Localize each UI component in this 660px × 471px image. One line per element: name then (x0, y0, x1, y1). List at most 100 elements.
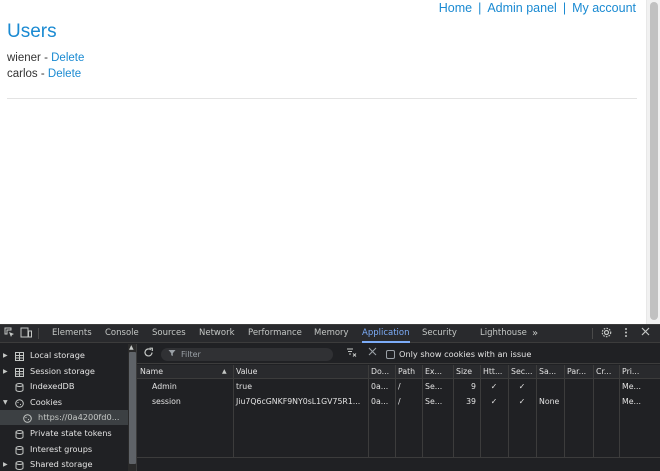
column-header-cross-site[interactable]: Cr... (593, 365, 619, 379)
column-header-domain[interactable]: Do... (368, 365, 395, 379)
top-navigation: Home | Admin panel | My account (439, 1, 636, 15)
web-page: Home | Admin panel | My account Users wiener… (0, 0, 646, 324)
column-divider[interactable] (422, 365, 423, 457)
only-issue-checkbox[interactable] (386, 350, 395, 359)
cookie-path-cell: / (398, 382, 401, 391)
sidebar-item-indexeddb[interactable]: IndexedDB (0, 379, 128, 394)
column-header-partition-key[interactable]: Par... (564, 365, 593, 379)
sidebar-item-private-state-tokens[interactable]: Private state tokens (0, 426, 128, 441)
expand-arrow-icon[interactable]: ▶ (3, 457, 8, 471)
sidebar-item-cookies[interactable]: ▼ Cookies (0, 395, 128, 410)
refresh-icon[interactable] (143, 347, 154, 362)
sidebar-item-shared-storage[interactable]: ▶ Shared storage (0, 457, 128, 471)
divider (7, 98, 637, 99)
column-divider[interactable] (564, 365, 565, 457)
table-row[interactable]: session Jiu7Q6cGNKF9NY0sL1GV75R1... 0a..… (137, 395, 660, 410)
tab-console[interactable]: Console (105, 325, 139, 343)
column-header-value[interactable]: Value (233, 365, 368, 379)
expand-arrow-icon[interactable]: ▶ (3, 348, 8, 363)
tab-elements[interactable]: Elements (52, 325, 92, 343)
sidebar-item-local-storage[interactable]: ▶ Local storage (0, 348, 128, 363)
clear-filtered-cookies-icon[interactable] (346, 347, 357, 362)
table-row[interactable]: Admin true 0a... / Se... 9 ✓ ✓ Me... (137, 380, 660, 395)
cookie-value-cell: true (236, 382, 253, 391)
tab-performance[interactable]: Performance (248, 325, 302, 343)
column-divider[interactable] (619, 365, 620, 457)
column-divider[interactable] (233, 365, 234, 457)
tab-memory[interactable]: Memory (314, 325, 349, 343)
user-name: wiener (7, 52, 41, 64)
sidebar-item-label: Cookies (30, 397, 63, 407)
my-account-link[interactable]: My account (572, 1, 636, 15)
more-options-icon[interactable] (619, 327, 633, 340)
scrollbar-thumb[interactable] (129, 352, 136, 464)
filter-input[interactable]: Filter (161, 348, 333, 361)
cookie-httponly-cell: ✓ (490, 382, 498, 391)
home-link[interactable]: Home (439, 1, 472, 15)
sidebar-item-label: Session storage (30, 366, 95, 376)
cookie-cross-site-cell (593, 395, 619, 409)
cookie-domain-cell: 0a... (371, 382, 389, 391)
page-scrollbar[interactable] (646, 0, 660, 324)
table-icon (15, 367, 24, 377)
sidebar-item-label: Interest groups (30, 444, 93, 454)
tab-lighthouse[interactable]: Lighthouse (480, 325, 527, 343)
devtools-panel: Elements Console Sources Network Perform… (0, 324, 660, 471)
column-header-path[interactable]: Path (395, 365, 422, 379)
column-header-expires[interactable]: Ex... (422, 365, 453, 379)
column-divider[interactable] (480, 365, 481, 457)
list-item: wiener - Delete (7, 51, 84, 67)
sidebar-item-interest-groups[interactable]: Interest groups (0, 442, 128, 457)
sidebar-item-session-storage[interactable]: ▶ Session storage (0, 364, 128, 379)
tab-security[interactable]: Security (422, 325, 457, 343)
column-divider[interactable] (368, 365, 369, 457)
clear-all-cookies-icon[interactable] (368, 347, 377, 360)
column-divider[interactable] (508, 365, 509, 457)
sidebar-scrollbar[interactable]: ▲ (128, 344, 136, 471)
cookie-size-cell: 39 (466, 397, 476, 406)
cookies-pane: Filter Only show cookies with an issue N… (137, 344, 660, 471)
sidebar-item-cookie-origin[interactable]: https://0a4200fd0... (0, 410, 128, 425)
database-icon (15, 382, 24, 393)
cookie-name-cell: session (152, 397, 181, 406)
user-list: wiener - Delete carlos - Delete (7, 51, 84, 82)
user-name: carlos (7, 67, 38, 80)
cookie-size-cell: 9 (471, 382, 476, 391)
device-toolbar-icon[interactable] (19, 327, 33, 340)
column-header-samesite[interactable]: Sa... (536, 365, 564, 379)
column-divider[interactable] (536, 365, 537, 457)
sort-ascending-icon[interactable]: ▲ (219, 365, 233, 379)
tab-network[interactable]: Network (199, 325, 235, 343)
page-title: Users (7, 21, 57, 42)
tab-separator (38, 328, 39, 339)
cookie-icon (15, 398, 24, 408)
column-header-name[interactable]: Name (137, 365, 219, 379)
filter-icon (168, 348, 176, 361)
user-separator: - (40, 52, 52, 64)
column-header-httponly[interactable]: Htt... (480, 365, 508, 379)
column-header-secure[interactable]: Sec... (508, 365, 536, 379)
collapse-arrow-icon[interactable]: ▼ (3, 395, 8, 410)
database-icon (15, 460, 24, 471)
admin-panel-link[interactable]: Admin panel (487, 1, 557, 15)
cookie-samesite-cell (536, 380, 564, 394)
tab-sources[interactable]: Sources (152, 325, 186, 343)
scrollbar-thumb[interactable] (650, 2, 658, 320)
expand-arrow-icon[interactable]: ▶ (3, 364, 8, 379)
tab-application[interactable]: Application (362, 325, 410, 343)
cookie-domain-cell: 0a... (371, 397, 389, 406)
cookie-cross-site-cell (593, 380, 619, 394)
column-divider[interactable] (395, 365, 396, 457)
close-icon[interactable] (638, 327, 652, 340)
column-divider[interactable] (593, 365, 594, 457)
delete-carlos-link[interactable]: Delete (48, 68, 81, 80)
column-header-priority[interactable]: Pri... (619, 365, 660, 379)
settings-gear-icon[interactable] (599, 327, 613, 340)
filter-placeholder: Filter (181, 350, 201, 359)
column-divider[interactable] (453, 365, 454, 457)
delete-wiener-link[interactable]: Delete (51, 52, 84, 64)
column-header-size[interactable]: Size (453, 365, 480, 379)
inspect-element-icon[interactable] (2, 327, 16, 340)
more-tabs-icon[interactable]: » (532, 325, 538, 343)
scroll-up-icon[interactable]: ▲ (129, 344, 134, 351)
